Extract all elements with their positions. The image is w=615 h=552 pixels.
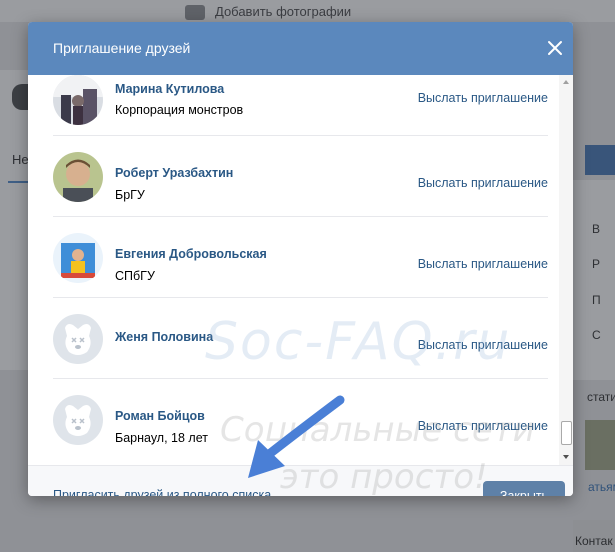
scroll-up-icon[interactable] (561, 77, 571, 87)
bg-tab-underline (8, 181, 28, 183)
friend-avatar[interactable] (53, 314, 103, 364)
list-scrollbar[interactable] (559, 75, 573, 465)
friend-row: Роман Бойцов Барнаул, 18 лет Выслать при… (53, 379, 548, 460)
default-dog-avatar-icon (53, 314, 103, 364)
bg-right-photo (585, 420, 615, 470)
friend-name[interactable]: Роберт Уразбахтин (115, 166, 233, 180)
close-icon[interactable] (545, 38, 565, 58)
bg-stat-label: стати (587, 390, 615, 404)
friend-avatar[interactable] (53, 233, 103, 283)
bg-add-photo-link: Добавить фотографии (185, 4, 352, 21)
bg-right-label: В (592, 222, 601, 236)
camera-icon (185, 5, 205, 21)
scroll-down-icon[interactable] (561, 452, 571, 462)
default-dog-avatar-icon (53, 395, 103, 445)
friend-avatar[interactable] (53, 152, 103, 202)
send-invite-link[interactable]: Выслать приглашение (418, 91, 548, 105)
send-invite-link[interactable]: Выслать приглашение (418, 338, 548, 352)
send-invite-link[interactable]: Выслать приглашение (418, 419, 548, 433)
send-invite-link[interactable]: Выслать приглашение (418, 257, 548, 271)
bg-right-label: П (592, 293, 601, 307)
modal-footer: Пригласить друзей из полного списка Закр… (28, 465, 573, 496)
friend-name[interactable]: Евгения Добровольская (115, 247, 267, 261)
friend-row: Женя Половина Выслать приглашение (53, 298, 548, 379)
scroll-thumb[interactable] (561, 421, 572, 445)
bg-add-photo-label: Добавить фотографии (215, 4, 352, 19)
friend-avatar[interactable] (53, 75, 103, 125)
invite-full-list-link[interactable]: Пригласить друзей из полного списка (53, 488, 271, 496)
bg-right-label: Р (592, 257, 601, 271)
scroll-track[interactable] (559, 75, 573, 465)
friend-row: Евгения Добровольская СПбГУ Выслать приг… (53, 217, 548, 298)
friend-name[interactable]: Марина Кутилова (115, 82, 224, 96)
friend-row: Марина Кутилова Корпорация монстров Высл… (53, 75, 548, 136)
bg-left-panel (0, 70, 28, 370)
invite-friends-modal: Приглашение друзей Марина Кутилова Корпо… (28, 22, 573, 496)
friend-name[interactable]: Женя Половина (115, 330, 213, 344)
friend-avatar[interactable] (53, 395, 103, 445)
friend-subtitle: Корпорация монстров (115, 103, 244, 117)
friends-list[interactable]: Марина Кутилова Корпорация монстров Высл… (28, 75, 573, 465)
friend-row: Роберт Уразбахтин БрГУ Выслать приглашен… (53, 136, 548, 217)
friend-subtitle: СПбГУ (115, 269, 155, 283)
friend-name[interactable]: Роман Бойцов (115, 409, 205, 423)
bg-right-label: С (592, 328, 601, 342)
modal-title: Приглашение друзей (53, 40, 191, 56)
close-button[interactable]: Закрыть (483, 481, 565, 496)
bg-right-button (585, 145, 615, 175)
modal-header: Приглашение друзей (28, 22, 573, 75)
bg-right-panel (573, 180, 615, 380)
bg-right-link: атьям (588, 480, 615, 494)
bg-tab-label: Не (12, 152, 29, 167)
send-invite-link[interactable]: Выслать приглашение (418, 176, 548, 190)
friend-subtitle: Барнаул, 18 лет (115, 431, 208, 445)
bg-contacts-label: Контак (575, 534, 613, 548)
friend-subtitle: БрГУ (115, 188, 145, 202)
